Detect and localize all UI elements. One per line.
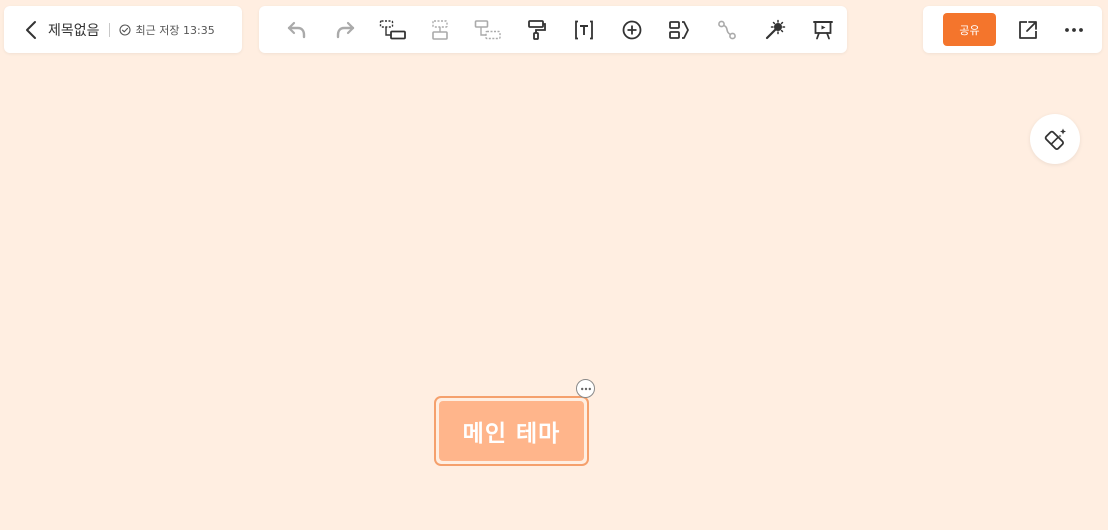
add-subtopic-button[interactable] [369, 6, 417, 53]
main-topic-node[interactable]: 메인 테마 [439, 401, 584, 461]
main-toolbar [259, 6, 847, 53]
add-sibling-topic-button[interactable] [416, 6, 464, 53]
text-style-button[interactable] [560, 6, 608, 53]
format-painter-button[interactable] [512, 6, 560, 53]
text-icon [574, 20, 593, 39]
add-parent-topic-button[interactable] [464, 6, 512, 53]
divider [108, 22, 110, 37]
external-link-icon [1019, 20, 1037, 39]
save-status: 최근 저장 13:35 [118, 22, 215, 38]
add-subtopic-icon [379, 19, 406, 39]
back-button[interactable] [20, 19, 42, 41]
insert-button[interactable] [608, 6, 656, 53]
more-options-button[interactable] [1055, 11, 1093, 49]
ai-magic-button[interactable] [751, 6, 799, 53]
summary-button[interactable] [656, 6, 704, 53]
node-more-button[interactable] [576, 379, 595, 398]
format-painter-icon [528, 19, 546, 40]
add-sibling-topic-icon [432, 19, 449, 40]
undo-icon [287, 21, 306, 38]
share-button[interactable]: 공유 [943, 13, 996, 46]
presentation-button[interactable] [799, 6, 847, 53]
presentation-icon [813, 20, 833, 39]
share-bar: 공유 [923, 6, 1102, 53]
magic-wand-icon [766, 19, 786, 39]
relation-line-icon [718, 20, 737, 39]
title-bar: 제목없음 최근 저장 13:35 [4, 6, 242, 53]
undo-button[interactable] [273, 6, 321, 53]
summary-icon [668, 20, 689, 39]
more-horizontal-icon [1065, 27, 1083, 32]
document-title[interactable]: 제목없음 [48, 20, 100, 40]
check-circle-icon [118, 23, 131, 36]
more-horizontal-icon [580, 387, 591, 390]
redo-button[interactable] [321, 6, 369, 53]
chevron-left-icon [26, 20, 36, 39]
add-parent-topic-icon [474, 19, 501, 39]
plus-circle-icon [622, 20, 642, 39]
export-button[interactable] [1009, 11, 1047, 49]
redo-icon [336, 21, 354, 38]
relation-line-button[interactable] [703, 6, 751, 53]
save-status-text: 최근 저장 13:35 [135, 23, 215, 37]
